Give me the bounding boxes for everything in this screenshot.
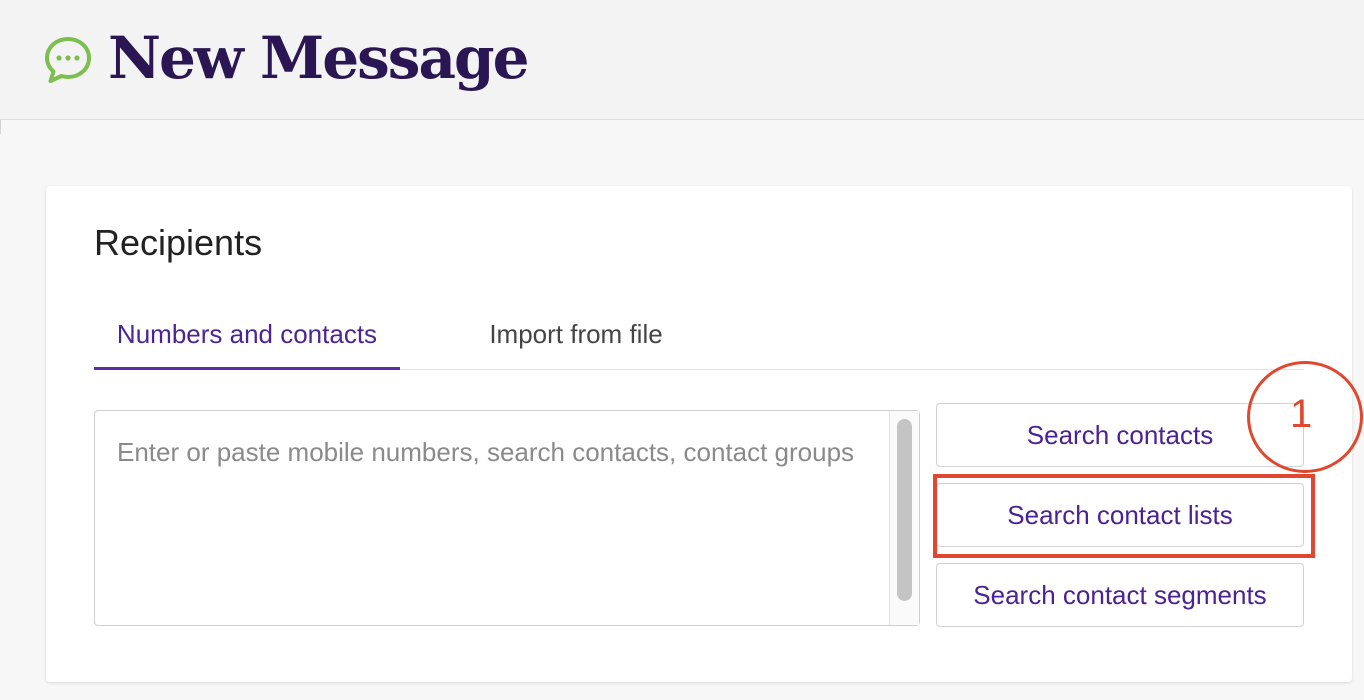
recipients-heading: Recipients <box>94 222 263 263</box>
input-scrollbar[interactable] <box>889 411 919 625</box>
search-contacts-button[interactable]: Search contacts <box>936 403 1304 467</box>
scrollbar-thumb[interactable] <box>897 419 912 601</box>
recipient-tabs: Numbers and contacts Import from file <box>94 314 1304 370</box>
tab-numbers-and-contacts[interactable]: Numbers and contacts <box>94 314 400 370</box>
search-contact-segments-button[interactable]: Search contact segments <box>936 563 1304 627</box>
chat-bubble-icon <box>45 37 91 83</box>
tab-import-from-file[interactable]: Import from file <box>480 314 672 370</box>
page-title: New Message <box>108 24 529 92</box>
search-contact-lists-button[interactable]: Search contact lists <box>936 483 1304 547</box>
recipients-card: Recipients Numbers and contacts Import f… <box>46 186 1352 682</box>
recipient-input-container <box>94 410 920 626</box>
recipient-numbers-input[interactable] <box>95 411 887 625</box>
edge-divider <box>0 120 3 134</box>
page-header: New Message <box>0 0 1364 120</box>
